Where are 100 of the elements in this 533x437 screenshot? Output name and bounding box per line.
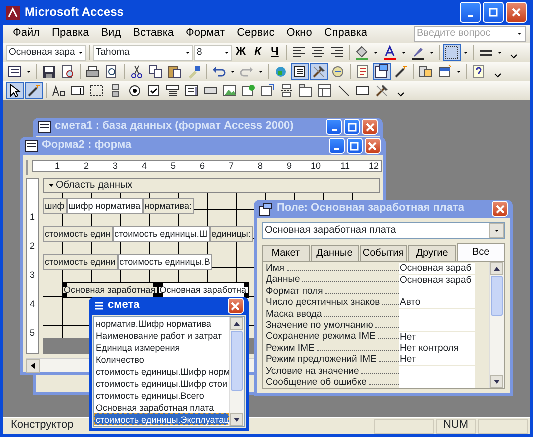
scroll-up-icon [232, 320, 240, 328]
property-name: Имя [266, 263, 285, 274]
font-combo[interactable]: Tahoma [93, 44, 193, 60]
section-header[interactable]: Область данных [43, 178, 380, 193]
checkbox-icon[interactable] [146, 82, 162, 98]
scroll-left-button[interactable] [26, 359, 40, 373]
field-item[interactable]: стоимость единицы.Всего [94, 389, 229, 401]
menu-item[interactable]: Вставка [127, 27, 180, 41]
menu-item[interactable]: Файл [7, 27, 46, 41]
new-object-icon[interactable] [437, 64, 453, 80]
cut-icon[interactable] [129, 64, 145, 80]
align-right-icon[interactable] [329, 44, 345, 60]
line-tool-icon[interactable] [336, 82, 352, 98]
toolbox-icon[interactable] [374, 82, 390, 98]
maximize-button[interactable] [346, 138, 363, 154]
label-control[interactable]: единицы: [210, 226, 253, 242]
property-tab[interactable]: События [360, 245, 408, 261]
label-control[interactable]: Основная заработная [62, 282, 158, 298]
align-center-icon[interactable] [310, 44, 326, 60]
minimize-button[interactable] [326, 119, 342, 135]
italic-button[interactable]: К [250, 46, 266, 60]
status-text: Конструктор [11, 419, 74, 433]
maximize-button[interactable] [344, 119, 360, 135]
label-control[interactable]: норматива: [142, 198, 194, 214]
menu-item[interactable]: Формат [180, 27, 232, 41]
property-value-field[interactable]: Основная зараб [399, 263, 475, 274]
close-button[interactable] [492, 201, 508, 217]
close-button[interactable] [364, 138, 381, 154]
image-icon[interactable] [222, 82, 238, 98]
text-box-control[interactable]: стоимость единицы.В [118, 254, 212, 270]
property-value-field[interactable] [399, 366, 475, 377]
minimize-button[interactable] [460, 2, 481, 23]
menu-item[interactable]: Правка [46, 27, 96, 41]
label-control[interactable]: стоимость едини [43, 254, 118, 270]
combo-box-icon[interactable] [165, 82, 181, 98]
close-button[interactable] [506, 2, 527, 23]
font-color-icon[interactable] [382, 44, 398, 60]
text-box-control[interactable]: стоимость единицы.Ш [112, 226, 210, 242]
field-item[interactable]: стоимость единицы.Шифр стои [94, 377, 229, 389]
menu-item[interactable]: Сервис [231, 27, 281, 41]
fill-color-icon[interactable] [354, 44, 370, 60]
object-combo[interactable]: Основная зара [6, 44, 86, 60]
object-combo[interactable]: Основная заработная плата [262, 222, 505, 239]
radio-button-icon[interactable] [127, 82, 143, 98]
label-control[interactable]: шиф [43, 198, 67, 214]
tab-control-icon[interactable] [298, 82, 314, 98]
property-value-field[interactable]: Нет контроля [399, 342, 475, 354]
field-item[interactable]: норматив.Шифр норматива [94, 317, 229, 329]
property-tab[interactable]: Все [457, 243, 505, 261]
scrollbar[interactable] [229, 317, 244, 426]
property-value-field[interactable] [399, 308, 475, 320]
save-icon[interactable] [41, 64, 57, 80]
menu-item[interactable]: Справка [318, 27, 374, 41]
autoformat-icon[interactable] [330, 64, 346, 80]
list-box-icon[interactable] [184, 82, 200, 98]
property-value-field[interactable]: Нет [399, 354, 475, 366]
property-value-field[interactable]: Авто [399, 297, 475, 308]
help-search-field[interactable]: Введите вопрос [414, 26, 526, 42]
bold-button[interactable]: Ж [233, 46, 249, 60]
font-size-combo[interactable]: 8 [194, 44, 232, 60]
database-window-icon[interactable] [418, 64, 434, 80]
print-preview-icon[interactable] [60, 64, 76, 80]
property-tab[interactable]: Данные [310, 245, 359, 261]
field-item[interactable]: Наименование работ и затрат [94, 329, 229, 341]
maximize-icon [348, 122, 356, 132]
page-break-icon[interactable] [279, 82, 295, 98]
minimize-button[interactable] [328, 138, 345, 154]
form-view-icon[interactable] [7, 64, 23, 80]
close-button[interactable] [228, 298, 244, 314]
text-box-control[interactable]: Основная заработна [158, 282, 248, 298]
align-left-icon[interactable] [291, 44, 307, 60]
property-value-field[interactable] [399, 320, 475, 332]
unbound-object-icon[interactable] [241, 82, 257, 98]
option-group-icon[interactable] [89, 82, 105, 98]
property-tab[interactable]: Другие [408, 245, 456, 261]
property-value-field[interactable]: Основная зараб [399, 274, 475, 286]
field-item[interactable]: Основная заработная плата [94, 401, 229, 413]
help-icon[interactable] [471, 64, 487, 80]
property-tab[interactable]: Макет [262, 245, 310, 261]
menu-item[interactable]: Вид [95, 27, 128, 41]
property-value-field[interactable] [399, 377, 475, 388]
text-box-control[interactable]: шифр норматива [66, 198, 143, 214]
menu-item[interactable]: Окно [280, 27, 318, 41]
code-icon[interactable] [355, 64, 371, 80]
underline-button[interactable]: Ч [267, 46, 283, 60]
copy-icon[interactable] [148, 64, 164, 80]
paste-icon[interactable] [167, 64, 183, 80]
properties-icon [259, 202, 273, 216]
maximize-button[interactable] [483, 2, 504, 23]
subform-icon[interactable] [317, 82, 333, 98]
wand-icon[interactable] [393, 64, 409, 80]
field-item[interactable]: стоимость единицы.Эксплуатац [94, 413, 229, 425]
scrollbar[interactable] [489, 262, 504, 388]
bound-object-icon[interactable] [260, 82, 276, 98]
close-button[interactable] [362, 119, 378, 135]
label-control[interactable]: стоимость един [43, 226, 113, 242]
field-item[interactable]: Единица измерения [94, 341, 229, 353]
printer-icon[interactable] [85, 64, 101, 80]
field-item[interactable]: Количество [94, 353, 229, 365]
property-value-field[interactable]: Нет [399, 332, 475, 343]
